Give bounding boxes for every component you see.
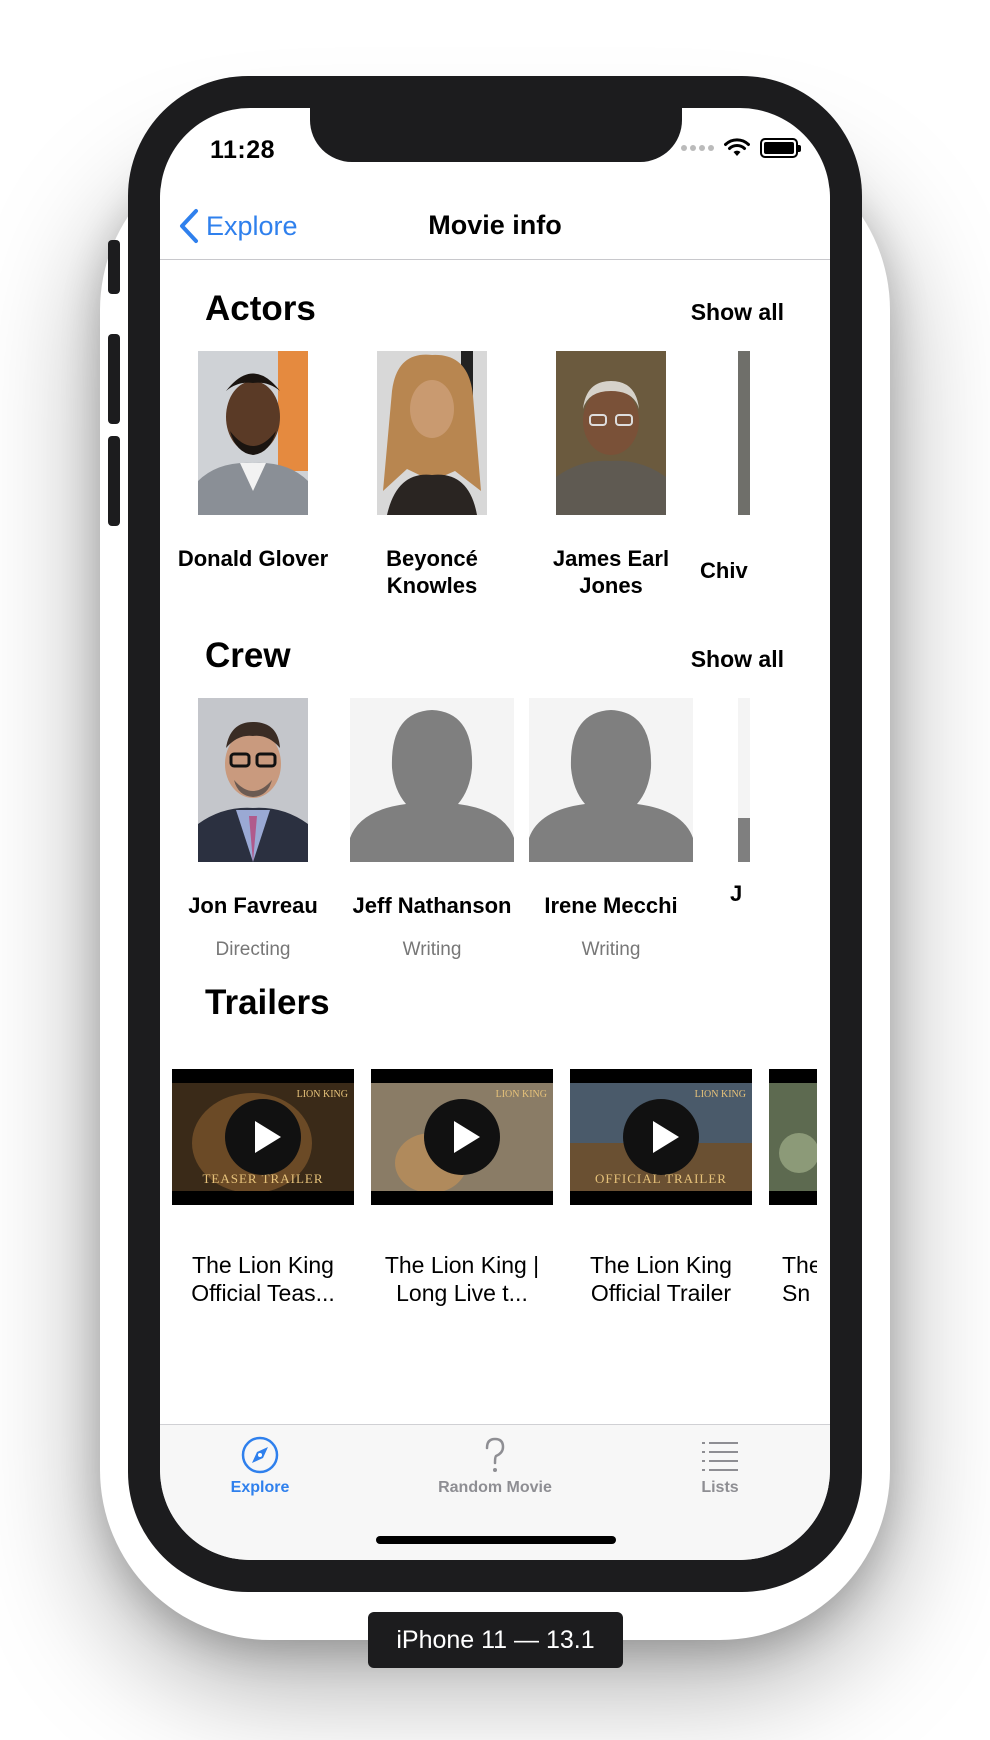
tab-label: Random Movie xyxy=(438,1479,552,1496)
tab-lists[interactable]: Lists xyxy=(620,1435,820,1497)
trailers-section-title: Trailers xyxy=(205,983,330,1022)
play-icon[interactable] xyxy=(225,1099,301,1175)
movie-info-scroll[interactable]: Actors Show all Donald Glover Beyoncé Kn… xyxy=(160,261,830,1428)
trailer-card[interactable]: LION KING TEASER TRAILER The Lion King O… xyxy=(172,1069,354,1307)
trailer-title-text: The Lion King Official Teas... xyxy=(191,1252,335,1306)
actor-card[interactable]: Chiv xyxy=(700,351,750,584)
crew-card[interactable]: Irene Mecchi Writing xyxy=(521,698,701,961)
crew-name: Irene Mecchi xyxy=(544,893,678,918)
crew-name: Jeff Nathanson xyxy=(352,893,512,918)
status-icons xyxy=(681,138,801,158)
tab-random-movie[interactable]: Random Movie xyxy=(395,1435,595,1497)
trailer-thumbnail: LION KING TEASER TRAILER xyxy=(172,1069,354,1205)
actors-section-title: Actors xyxy=(205,289,316,328)
volume-up-button xyxy=(108,334,120,424)
crew-card[interactable]: Jon Favreau Directing xyxy=(163,698,343,961)
signal-icon xyxy=(681,145,714,151)
actor-name: Chiv xyxy=(700,558,748,583)
tab-explore[interactable]: Explore xyxy=(160,1435,360,1497)
crew-role: Directing xyxy=(215,939,291,960)
actor-card[interactable]: Donald Glover xyxy=(163,351,343,572)
trailer-title-text: The Lion King | Long Live t... xyxy=(384,1252,540,1306)
play-icon[interactable] xyxy=(424,1099,500,1175)
crew-card[interactable]: J xyxy=(700,698,750,907)
question-icon xyxy=(485,1437,505,1472)
person-placeholder-icon xyxy=(529,698,693,862)
crew-card[interactable]: Jeff Nathanson Writing xyxy=(342,698,522,961)
person-placeholder-icon xyxy=(738,698,750,862)
mute-switch xyxy=(108,240,120,294)
trailer-title: The Lion King | Long Live t... xyxy=(371,1251,553,1307)
trailer-logo: LION KING xyxy=(694,1089,746,1100)
actor-name: Beyoncé Knowles xyxy=(386,546,478,598)
trailer-card[interactable]: The Sn xyxy=(769,1069,817,1307)
crew-photo xyxy=(198,698,308,862)
trailer-card[interactable]: LION KING The Lion King | Long Live t... xyxy=(371,1069,553,1307)
crew-name: Jon Favreau xyxy=(188,893,318,918)
trailer-title: The Sn xyxy=(782,1252,817,1306)
actor-card[interactable]: James Earl Jones xyxy=(521,351,701,599)
list-icon xyxy=(702,1442,738,1471)
play-icon[interactable] xyxy=(623,1099,699,1175)
trailer-card[interactable]: LION KING OFFICIAL TRAILER The Lion King… xyxy=(570,1069,752,1307)
actor-photo xyxy=(738,351,750,515)
volume-down-button xyxy=(108,436,120,526)
tab-label: Explore xyxy=(230,1479,290,1496)
actor-photo xyxy=(556,351,666,515)
crew-role: Writing xyxy=(402,939,462,960)
actors-show-all-button[interactable]: Show all xyxy=(691,299,784,326)
crew-role: Writing xyxy=(581,939,641,960)
actor-name: James Earl Jones xyxy=(552,546,670,598)
tab-label: Lists xyxy=(701,1479,739,1496)
crew-name: J xyxy=(730,881,743,906)
crew-section-title: Crew xyxy=(205,636,291,675)
trailer-thumbnail: LION KING xyxy=(371,1069,553,1205)
wifi-icon xyxy=(724,138,750,156)
trailer-thumbnail: LION KING OFFICIAL TRAILER xyxy=(570,1069,752,1205)
actor-card[interactable]: Beyoncé Knowles xyxy=(342,351,522,599)
trailer-title: The Lion King Official Trailer xyxy=(570,1251,752,1307)
compass-icon xyxy=(241,1436,279,1474)
trailer-logo: LION KING xyxy=(495,1089,547,1100)
person-placeholder-icon xyxy=(350,698,514,862)
notch xyxy=(310,108,682,162)
trailer-title: The Lion King Official Teas... xyxy=(172,1251,354,1307)
page-title: Movie info xyxy=(428,210,562,240)
device-label: iPhone 11 — 13.1 xyxy=(368,1612,623,1668)
home-indicator[interactable] xyxy=(376,1536,616,1544)
battery-icon xyxy=(760,138,801,158)
screen: 11:28 Explore Movie info Actors Show all xyxy=(160,108,830,1560)
actor-photo xyxy=(377,351,487,515)
actor-name: Donald Glover xyxy=(177,546,329,571)
navigation-bar: Explore Movie info xyxy=(160,188,830,260)
trailer-logo: LION KING xyxy=(296,1089,348,1100)
actor-photo xyxy=(198,351,308,515)
status-time: 11:28 xyxy=(210,136,276,164)
trailer-title-text: The Lion King Official Trailer xyxy=(590,1252,732,1306)
trailer-thumbnail xyxy=(769,1069,817,1205)
crew-show-all-button[interactable]: Show all xyxy=(691,646,784,673)
